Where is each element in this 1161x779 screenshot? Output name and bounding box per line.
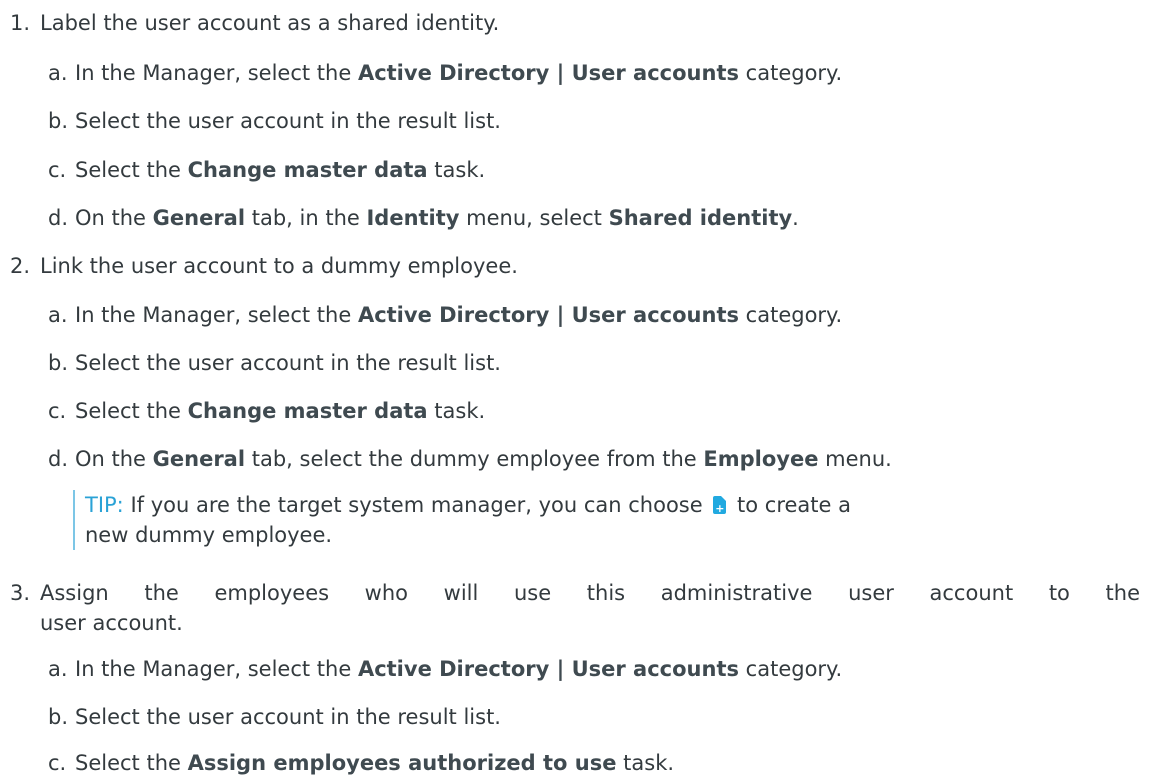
substep-2d: d. On the General tab, select the dummy e…	[48, 444, 1158, 474]
substep-letter: a.	[48, 61, 68, 85]
substep-2a: a. In the Manager, select the Active Dire…	[48, 300, 1158, 330]
substep-text: Select the	[75, 399, 188, 423]
substep-letter: d.	[48, 206, 69, 230]
task-name: Assign employees authorized to use	[187, 751, 617, 775]
tip-line-1: TIP: If you are the target system manage…	[85, 490, 1085, 520]
substep-text: category.	[739, 303, 843, 327]
tab-name: General	[152, 206, 246, 230]
substep-text: task.	[427, 399, 486, 423]
plus-glyph: +	[715, 502, 725, 515]
substep-1d: d. On the General tab, in the Identity me…	[48, 203, 1158, 233]
step-3-line-1: 3. Assign the employees who will use this…	[10, 578, 1140, 608]
tip-note: TIP: If you are the target system manage…	[73, 490, 1085, 550]
step-3: 3. Assign the employees who will use this…	[10, 578, 1140, 638]
step-text: Link the user account to a dummy employe…	[40, 254, 518, 278]
substep-letter: b.	[48, 705, 69, 729]
step-number: 2.	[10, 254, 31, 278]
substep-text: menu, select	[459, 206, 609, 230]
tip-line-2: new dummy employee.	[85, 523, 333, 547]
substep-text: menu.	[818, 447, 892, 471]
substep-text: task.	[427, 158, 486, 182]
substep-letter: c.	[48, 751, 67, 775]
substep-text: In the Manager, select the	[75, 657, 358, 681]
step-2: 2. Link the user account to a dummy emplo…	[10, 251, 1140, 281]
substep-text: In the Manager, select the	[75, 303, 358, 327]
step-text: Assign the employees who will use this a…	[40, 581, 1140, 605]
tip-label: TIP:	[85, 493, 124, 517]
substep-text: Select the user account in the result li…	[75, 109, 501, 133]
substep-letter: b.	[48, 351, 69, 375]
substep-text: Select the	[75, 158, 188, 182]
substep-letter: b.	[48, 109, 69, 133]
substep-letter: c.	[48, 158, 67, 182]
substep-text: category.	[739, 657, 843, 681]
option-name: Shared identity	[608, 206, 793, 230]
substep-1b: b. Select the user account in the result …	[48, 106, 1158, 136]
substep-text: tab, select the dummy employee from the	[245, 447, 704, 471]
ui-path: Active Directory | User accounts	[357, 303, 739, 327]
substep-text: In the Manager, select the	[75, 61, 358, 85]
substep-letter: d.	[48, 447, 69, 471]
tip-text: If you are the target system manager, yo…	[123, 493, 710, 517]
substep-3a: a. In the Manager, select the Active Dire…	[48, 654, 1158, 684]
step-text: Label the user account as a shared ident…	[40, 11, 500, 35]
step-text-continued: user account.	[40, 611, 183, 635]
step-1: 1. Label the user account as a shared ide…	[10, 8, 1140, 38]
substep-text: Select the user account in the result li…	[75, 351, 501, 375]
substep-1a: a. In the Manager, select the Active Dire…	[48, 58, 1158, 88]
substep-letter: c.	[48, 399, 67, 423]
add-employee-icon: +	[713, 496, 727, 515]
step-number: 1.	[10, 11, 31, 35]
tab-name: General	[152, 447, 246, 471]
substep-text: Select the user account in the result li…	[75, 705, 501, 729]
step-number: 3.	[10, 581, 31, 605]
substep-3c: c. Select the Assign employees authorized…	[48, 748, 1158, 778]
substep-text: Select the	[75, 751, 188, 775]
substep-1c: c. Select the Change master data task.	[48, 155, 1158, 185]
document-body: 1. Label the user account as a shared ide…	[0, 0, 1161, 779]
substep-text: tab, in the	[245, 206, 367, 230]
substep-text: On the	[75, 206, 153, 230]
substep-2b: b. Select the user account in the result …	[48, 348, 1158, 378]
task-name: Change master data	[187, 158, 428, 182]
menu-name: Employee	[703, 447, 819, 471]
substep-3b: b. Select the user account in the result …	[48, 702, 1158, 732]
substep-text: .	[792, 206, 799, 230]
substep-text: category.	[739, 61, 843, 85]
substep-2c: c. Select the Change master data task.	[48, 396, 1158, 426]
task-name: Change master data	[187, 399, 428, 423]
ui-path: Active Directory | User accounts	[357, 657, 739, 681]
menu-name: Identity	[366, 206, 460, 230]
substep-text: On the	[75, 447, 153, 471]
tip-text: to create a	[730, 493, 851, 517]
substep-letter: a.	[48, 657, 68, 681]
ui-path: Active Directory | User accounts	[357, 61, 739, 85]
substep-text: task.	[616, 751, 675, 775]
substep-letter: a.	[48, 303, 68, 327]
